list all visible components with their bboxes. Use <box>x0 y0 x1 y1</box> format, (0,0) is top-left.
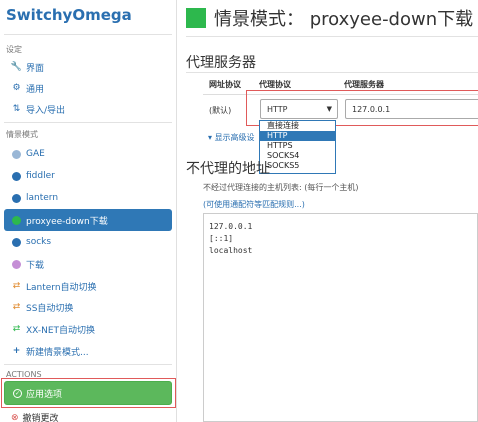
profile-color-swatch[interactable] <box>186 8 206 28</box>
protocol-option[interactable]: HTTPS <box>260 141 335 151</box>
proxy-server-input[interactable]: 127.0.0.1 <box>345 99 478 119</box>
plus-icon: + <box>12 346 21 356</box>
sidebar-item-new-profile[interactable]: + 新建情景模式... <box>4 341 172 361</box>
apply-button-label: 应用选项 <box>26 389 63 400</box>
globe-icon <box>11 171 22 182</box>
divider <box>4 34 172 35</box>
sidebar-item-label: 下载 <box>26 260 45 271</box>
globe-icon <box>11 259 22 270</box>
sidebar-item-import-export[interactable]: ⇅ 导入/导出 <box>4 99 172 119</box>
sidebar-item-lantern-auto[interactable]: ⇄ Lantern自动切换 <box>4 276 172 296</box>
globe-icon <box>11 149 22 160</box>
sidebar-item-gae[interactable]: GAE <box>4 144 172 164</box>
sidebar-item-label: SS自动切换 <box>26 303 74 314</box>
divider <box>186 36 478 37</box>
protocol-option-selected[interactable]: HTTP <box>260 131 335 141</box>
bypass-section-title: 不代理的地址 <box>186 161 270 177</box>
globe-icon <box>11 193 22 204</box>
protocol-dropdown-list: 直接连接 HTTP HTTPS SOCKS4 SOCKS5 <box>259 120 336 174</box>
bypass-entry: 127.0.0.1 <box>209 222 253 231</box>
app-brand[interactable]: SwitchyOmega <box>6 6 132 24</box>
sidebar-item-ss-auto[interactable]: ⇄ SS自动切换 <box>4 297 172 317</box>
cancel-circle-icon: ⊗ <box>11 412 19 422</box>
import-export-icon: ⇅ <box>12 104 21 114</box>
sidebar-item-socks[interactable]: socks <box>4 232 172 252</box>
switch-icon: ⇄ <box>12 302 21 312</box>
divider <box>4 364 172 365</box>
sidebar-item-general[interactable]: ⚙ 通用 <box>4 78 172 98</box>
sidebar-item-label: Lantern自动切换 <box>26 282 97 293</box>
gear-icon: ⚙ <box>12 83 21 93</box>
bypass-list-textarea[interactable]: 127.0.0.1 [::1] localhost <box>203 213 478 422</box>
globe-icon <box>11 237 22 248</box>
proxy-server-value: 127.0.0.1 <box>352 104 391 114</box>
revert-button-label: 撤销更改 <box>22 414 59 422</box>
protocol-select[interactable]: HTTP ▼ <box>260 99 338 119</box>
switch-icon: ⇄ <box>12 324 21 334</box>
page-title: 情景模式： proxyee-down下载 <box>214 9 474 30</box>
main-panel: 情景模式： proxyee-down下载 代理服务器 网址协议 代理协议 代理服… <box>178 0 478 422</box>
sidebar-item-label: socks <box>26 237 52 247</box>
sidebar-item-label: lantern <box>26 193 59 203</box>
protocol-option[interactable]: SOCKS4 <box>260 151 335 161</box>
protocol-option[interactable]: SOCKS5 <box>260 161 335 171</box>
protocol-select-value: HTTP <box>267 104 288 114</box>
settings-section-title: 设定 <box>6 45 22 54</box>
sidebar-item-label: 新建情景模式... <box>26 347 89 358</box>
bypass-entry: localhost <box>209 246 253 255</box>
wrench-icon: 🔧 <box>10 62 23 72</box>
wildcard-rules-link[interactable]: (可使用通配符等匹配规则...) <box>203 199 305 210</box>
apply-button[interactable]: ✓ 应用选项 <box>4 381 172 405</box>
profiles-section-title: 情景模式 <box>6 130 38 139</box>
sidebar-item-download[interactable]: 下载 <box>4 254 172 274</box>
sidebar-item-label: proxyee-down下载 <box>26 216 108 227</box>
sidebar-item-interface[interactable]: 🔧 界面 <box>4 57 172 77</box>
sidebar-item-fiddler[interactable]: fiddler <box>4 166 172 186</box>
sidebar-item-label: fiddler <box>26 171 55 181</box>
show-advanced-label: 显示高级设 <box>214 133 255 142</box>
sidebar: SwitchyOmega 设定 🔧 界面 ⚙ 通用 ⇅ 导入/导出 情景模式 G… <box>0 0 177 422</box>
divider <box>186 72 478 73</box>
sidebar-item-lantern[interactable]: lantern <box>4 188 172 208</box>
globe-icon <box>11 215 22 226</box>
caret-down-icon: ▼ <box>326 105 332 113</box>
switch-icon: ⇄ <box>12 281 21 291</box>
protocol-option[interactable]: 直接连接 <box>260 121 335 131</box>
sidebar-item-xxnet-auto[interactable]: ⇄ XX-NET自动切换 <box>4 319 172 339</box>
revert-button[interactable]: ⊗ 撤销更改 <box>11 411 59 422</box>
bypass-note: 不经过代理连接的主机列表: (每行一个主机) <box>203 183 359 192</box>
page-header: 情景模式： proxyee-down下载 <box>186 5 473 31</box>
divider <box>4 122 172 123</box>
sidebar-item-label: 导入/导出 <box>26 105 66 116</box>
sidebar-item-proxyee-down[interactable]: proxyee-down下载 <box>4 209 172 231</box>
proxy-section-title: 代理服务器 <box>186 55 256 71</box>
sidebar-item-label: GAE <box>26 149 45 159</box>
sidebar-item-label: XX-NET自动切换 <box>26 325 96 336</box>
sidebar-item-label: 界面 <box>26 63 45 74</box>
bypass-entry: [::1] <box>209 234 234 243</box>
sidebar-item-label: 通用 <box>26 84 45 95</box>
check-circle-icon: ✓ <box>13 388 22 398</box>
show-advanced-link[interactable]: ▾ 显示高级设 <box>208 132 255 143</box>
